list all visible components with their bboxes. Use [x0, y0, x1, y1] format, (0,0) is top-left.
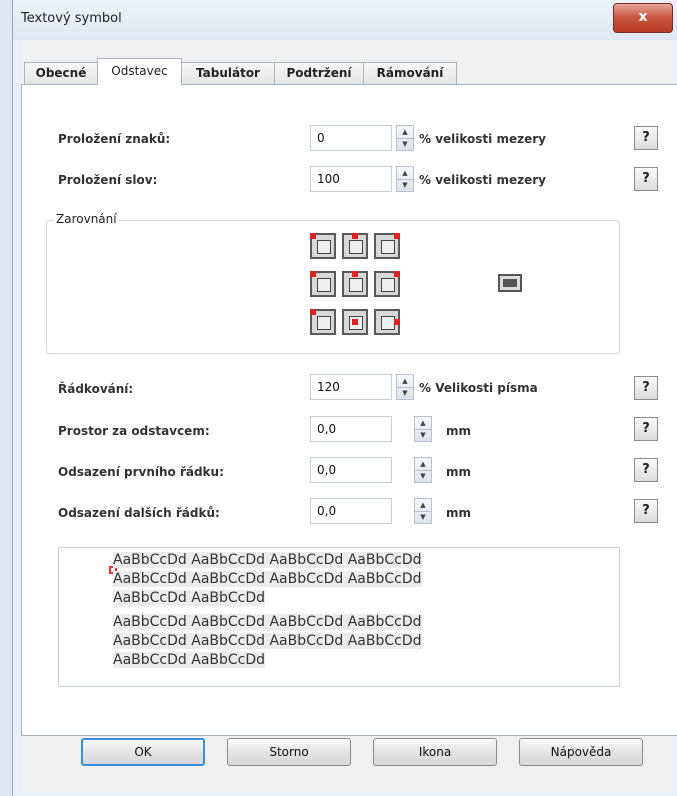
line-spacing-help-button[interactable]: ?: [634, 376, 658, 400]
align-bottom-right-button[interactable]: [374, 309, 400, 335]
line-spacing-label: Řádkování:: [58, 382, 134, 396]
align-middle-center-button[interactable]: [342, 271, 368, 297]
other-indent-spinner[interactable]: ▲ ▼: [414, 498, 432, 524]
word-spacing-unit: % velikosti mezery: [419, 173, 546, 187]
space-after-help-button[interactable]: ?: [634, 417, 658, 441]
dialog-client: Obecné Odstavec Tabulátor Podtržení Rámo…: [21, 40, 677, 792]
tab-obecne[interactable]: Obecné: [24, 62, 98, 85]
align-bottom-left-button[interactable]: [310, 309, 336, 335]
dialog-window: Textový symbol x Obecné Odstavec Tabulát…: [12, 0, 677, 796]
first-indent-unit: mm: [446, 465, 472, 479]
first-indent-spinner[interactable]: ▲ ▼: [414, 457, 432, 483]
help-button[interactable]: Nápověda: [519, 738, 643, 766]
preview-line: AaBbCcDd AaBbCcDd: [113, 652, 266, 668]
char-spacing-label: Proložení znaků:: [58, 132, 171, 146]
char-spacing-input[interactable]: 0: [310, 125, 392, 151]
char-spacing-unit: % velikosti mezery: [419, 132, 546, 146]
other-indent-help-button[interactable]: ?: [634, 499, 658, 523]
preview-line: AaBbCcDd AaBbCcDd AaBbCcDd AaBbCcDd: [113, 633, 422, 649]
spin-down-icon[interactable]: ▼: [415, 470, 431, 482]
align-top-right-button[interactable]: [374, 233, 400, 259]
tab-tabulator[interactable]: Tabulátor: [181, 62, 275, 85]
space-after-unit: mm: [446, 424, 472, 438]
word-spacing-input[interactable]: 100: [310, 166, 392, 192]
other-indent-unit: mm: [446, 506, 472, 520]
close-button[interactable]: x: [613, 3, 673, 33]
text-preview: AaBbCcDd AaBbCcDd AaBbCcDd AaBbCcDd AaBb…: [58, 547, 620, 687]
align-fill-frame-button[interactable]: [498, 274, 522, 292]
preview-line: AaBbCcDd AaBbCcDd AaBbCcDd AaBbCcDd: [113, 571, 422, 587]
align-bottom-center-button[interactable]: [342, 309, 368, 335]
spin-down-icon[interactable]: ▼: [415, 511, 431, 523]
align-middle-left-button[interactable]: [310, 271, 336, 297]
tab-panel-odstavec: Proložení znaků: 0 ▲ ▼ % velikosti mezer…: [21, 84, 677, 736]
first-indent-label: Odsazení prvního řádku:: [58, 465, 224, 479]
word-spacing-help-button[interactable]: ?: [634, 167, 658, 191]
preview-line: AaBbCcDd AaBbCcDd AaBbCcDd AaBbCcDd: [113, 614, 422, 630]
char-spacing-help-button[interactable]: ?: [634, 126, 658, 150]
align-middle-right-button[interactable]: [374, 271, 400, 297]
cancel-button[interactable]: Storno: [227, 738, 351, 766]
first-indent-help-button[interactable]: ?: [634, 458, 658, 482]
spin-down-icon[interactable]: ▼: [397, 138, 413, 150]
space-after-input[interactable]: 0,0: [310, 416, 392, 442]
alignment-group-label: Zarovnání: [54, 212, 119, 226]
align-top-left-button[interactable]: [310, 233, 336, 259]
tab-podtrzeni[interactable]: Podtržení: [274, 62, 364, 85]
spin-down-icon[interactable]: ▼: [397, 179, 413, 191]
window-title: Textový symbol: [21, 11, 122, 26]
preview-line: AaBbCcDd AaBbCcDd AaBbCcDd AaBbCcDd: [113, 552, 422, 568]
icon-button[interactable]: Ikona: [373, 738, 497, 766]
line-spacing-input[interactable]: 120: [310, 374, 392, 400]
space-after-label: Prostor za odstavcem:: [58, 424, 210, 438]
word-spacing-label: Proložení slov:: [58, 173, 158, 187]
align-top-center-button[interactable]: [342, 233, 368, 259]
line-spacing-spinner[interactable]: ▲ ▼: [396, 374, 414, 400]
other-indent-input[interactable]: 0,0: [310, 498, 392, 524]
spin-down-icon[interactable]: ▼: [415, 429, 431, 441]
tab-ramovani[interactable]: Rámování: [363, 62, 457, 85]
tab-odstavec[interactable]: Odstavec: [97, 58, 182, 85]
space-after-spinner[interactable]: ▲ ▼: [414, 416, 432, 442]
preview-line: AaBbCcDd AaBbCcDd: [113, 590, 266, 606]
char-spacing-spinner[interactable]: ▲ ▼: [396, 125, 414, 151]
first-indent-input[interactable]: 0,0: [310, 457, 392, 483]
word-spacing-spinner[interactable]: ▲ ▼: [396, 166, 414, 192]
ok-button[interactable]: OK: [81, 738, 205, 766]
spin-down-icon[interactable]: ▼: [397, 387, 413, 399]
title-bar[interactable]: Textový symbol x: [13, 0, 677, 40]
other-indent-label: Odsazení dalších řádků:: [58, 506, 220, 520]
line-spacing-unit: % Velikosti písma: [419, 381, 538, 395]
